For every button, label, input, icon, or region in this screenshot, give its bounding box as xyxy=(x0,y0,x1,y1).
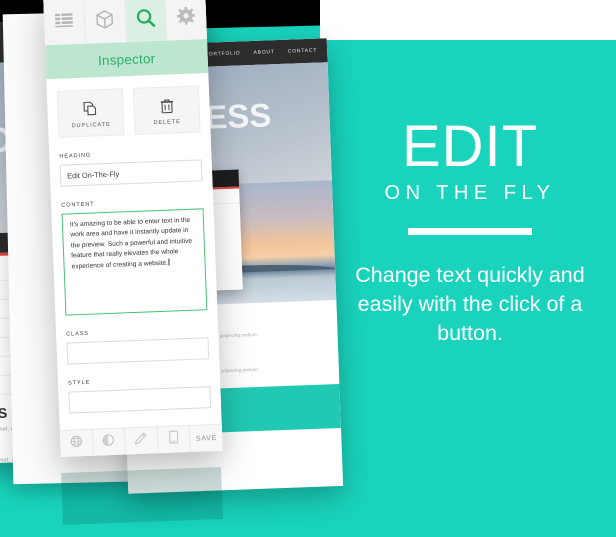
pencil-icon xyxy=(134,432,148,450)
list-icon xyxy=(54,13,74,28)
inspector-drop-shadow xyxy=(61,466,223,526)
white-top-notch xyxy=(320,0,616,40)
duplicate-button[interactable]: DUPLICATE xyxy=(56,88,125,138)
inspector-body: DUPLICATE DELETE HEADING Edit On-The-Fly… xyxy=(46,72,222,414)
nav-item: PORTFOLIO xyxy=(204,50,241,58)
heading-input[interactable]: Edit On-The-Fly xyxy=(59,159,203,187)
page-title: Inspector xyxy=(97,50,156,68)
shape-icon xyxy=(102,433,115,451)
content-textarea[interactable]: It's amazing to be able to enter text in… xyxy=(61,208,208,316)
text-cursor xyxy=(168,258,171,266)
promo-body: Change text quickly and easily with the … xyxy=(355,263,585,345)
field-class: CLASS xyxy=(66,326,210,365)
save-label: SAVE xyxy=(195,434,218,443)
heading-label: HEADING xyxy=(59,152,92,160)
trash-icon xyxy=(134,95,199,116)
tab-inspector[interactable] xyxy=(124,0,168,43)
tab-elements[interactable] xyxy=(83,0,127,44)
content-label: CONTENT xyxy=(61,201,95,209)
style-input[interactable] xyxy=(68,386,212,414)
promo-divider xyxy=(408,228,532,235)
field-content: CONTENT It's amazing to be able to enter… xyxy=(61,197,208,316)
class-input[interactable] xyxy=(66,337,210,365)
content-text: It's amazing to be able to enter text in… xyxy=(69,216,193,271)
inspector-action-row: DUPLICATE DELETE xyxy=(56,85,201,138)
search-icon xyxy=(136,8,156,28)
tab-settings[interactable] xyxy=(165,0,207,41)
tab-list[interactable] xyxy=(43,0,86,46)
inspector-panel: Inspector DUPLICATE DELETE HEADING Edit … xyxy=(43,0,223,457)
duplicate-label: DUPLICATE xyxy=(71,121,111,130)
mobile-button[interactable] xyxy=(157,425,192,454)
promo-subtitle: ON THE FLY xyxy=(384,182,556,204)
delete-label: DELETE xyxy=(153,119,181,127)
promo-title: EDIT xyxy=(401,114,539,179)
field-style: STYLE xyxy=(67,375,212,414)
edit-button[interactable] xyxy=(125,427,159,455)
gear-icon xyxy=(177,6,196,25)
nav-item: CONTACT xyxy=(287,47,318,55)
delete-button[interactable]: DELETE xyxy=(132,85,201,135)
class-label: CLASS xyxy=(66,330,90,338)
cube-icon xyxy=(96,9,114,29)
nav-item: ABOUT xyxy=(253,49,275,56)
mobile-icon xyxy=(169,430,179,448)
inspector-tabbar xyxy=(43,0,207,46)
save-button[interactable]: SAVE xyxy=(190,425,223,452)
style-label: STYLE xyxy=(67,379,91,387)
field-heading: HEADING Edit On-The-Fly xyxy=(59,148,203,187)
copy-icon xyxy=(58,98,123,119)
preview-button[interactable] xyxy=(59,429,94,457)
globe-icon xyxy=(70,434,83,452)
promo-copy: EDIT ON THE FLY Change text quickly and … xyxy=(330,114,610,348)
shape-button[interactable] xyxy=(92,428,127,456)
screenshot-stage: QUICKSTART AppPro MATCHED CARD RAW DRAGO… xyxy=(0,0,616,537)
